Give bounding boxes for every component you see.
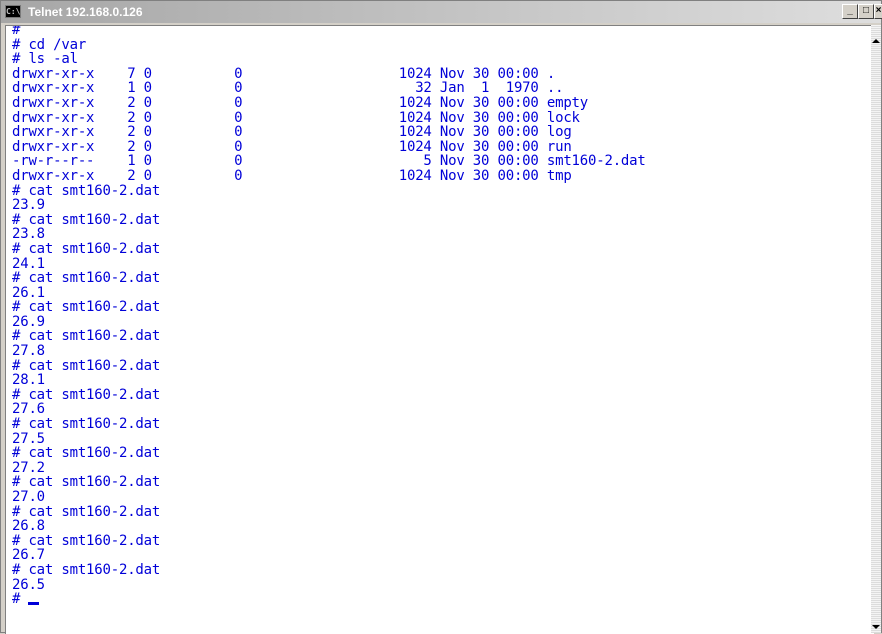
scroll-down-arrow-icon[interactable] [872,625,880,629]
terminal-line: # cat smt160-2.dat [12,386,161,403]
console-icon[interactable]: C:\ [5,5,21,18]
text-cursor [28,602,40,606]
telnet-window: C:\ Telnet 192.168.0.126 _ □ × # # cd /va… [0,0,882,634]
terminal-area[interactable]: # # cd /var # ls -al drwxr-xr-x 7 0 0 1024 … [5,25,874,634]
scroll-up-arrow-icon[interactable] [872,39,880,43]
window-title: Telnet 192.168.0.126 [28,5,143,19]
title-bar[interactable]: C:\ Telnet 192.168.0.126 _ □ × [1,1,882,23]
terminal-line: # cat smt160-2.dat [12,532,161,549]
close-button[interactable]: × [874,4,882,19]
terminal-line: # cat smt160-2.dat [12,474,161,491]
terminal-line: # cat smt160-2.dat [12,503,161,520]
vertical-scrollbar[interactable] [871,25,881,633]
terminal-line: # cat smt160-2.dat [12,357,161,374]
terminal-line: # cat smt160-2.dat [12,416,161,433]
terminal-line: # cat smt160-2.dat [12,328,161,345]
minimize-button[interactable]: _ [842,4,858,19]
maximize-button[interactable]: □ [858,4,874,19]
terminal-line: # cat smt160-2.dat [12,182,161,199]
prompt: # [12,591,29,608]
terminal-prompt-line: # [12,592,646,606]
terminal-line: 26.5 [12,576,45,593]
terminal-line: # cat smt160-2.dat [12,299,161,316]
terminal-line: # cat smt160-2.dat [12,211,161,228]
terminal-line: # [12,25,21,38]
terminal-line: # cat smt160-2.dat [12,240,161,257]
terminal-line: # cat smt160-2.dat [12,445,161,462]
terminal-line: # cat smt160-2.dat [12,561,161,578]
terminal-output: # # cd /var # ls -al drwxr-xr-x 7 0 0 1024 … [12,25,646,606]
terminal-line: # cd /var [12,36,87,53]
terminal-line: # cat smt160-2.dat [12,270,161,287]
